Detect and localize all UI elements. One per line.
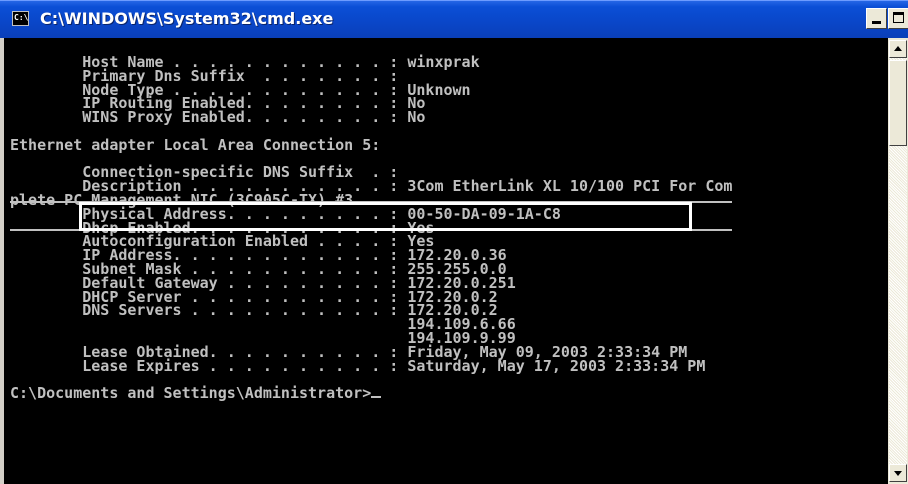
maximize-icon [893,12,904,23]
scroll-down-arrow-icon [894,471,902,476]
console-output[interactable]: Host Name . . . . . . . . . . . . : winx… [4,38,888,484]
console-line-wins-proxy: WINS Proxy Enabled. . . . . . . . : No [10,108,426,127]
title-bar[interactable]: C:\ C:\WINDOWS\System32\cmd.exe × [0,0,908,38]
minimize-icon [872,21,881,24]
vertical-scrollbar[interactable] [888,38,908,484]
scroll-up-button[interactable] [889,40,907,58]
window-title: C:\WINDOWS\System32\cmd.exe [40,9,334,28]
scroll-down-button[interactable] [889,464,907,482]
physical-address-highlight [79,202,692,231]
cmd-icon-glyph: C:\ [14,13,29,22]
cmd-window: C:\ C:\WINDOWS\System32\cmd.exe × Host N… [0,0,908,484]
minimize-button[interactable] [866,8,887,29]
console-line-adapter-header: Ethernet adapter Local Area Connection 5… [10,135,381,154]
console-line-lease-expires: Lease Expires . . . . . . . . . . : Satu… [10,356,706,375]
scroll-thumb[interactable] [889,60,907,146]
text-cursor [371,396,382,399]
cmd-icon[interactable]: C:\ [12,11,29,26]
command-prompt: C:\Documents and Settings\Administrator> [10,384,372,403]
scroll-up-arrow-icon [894,46,902,51]
maximize-button[interactable] [888,8,908,29]
command-prompt-line[interactable]: C:\Documents and Settings\Administrator> [10,384,732,403]
